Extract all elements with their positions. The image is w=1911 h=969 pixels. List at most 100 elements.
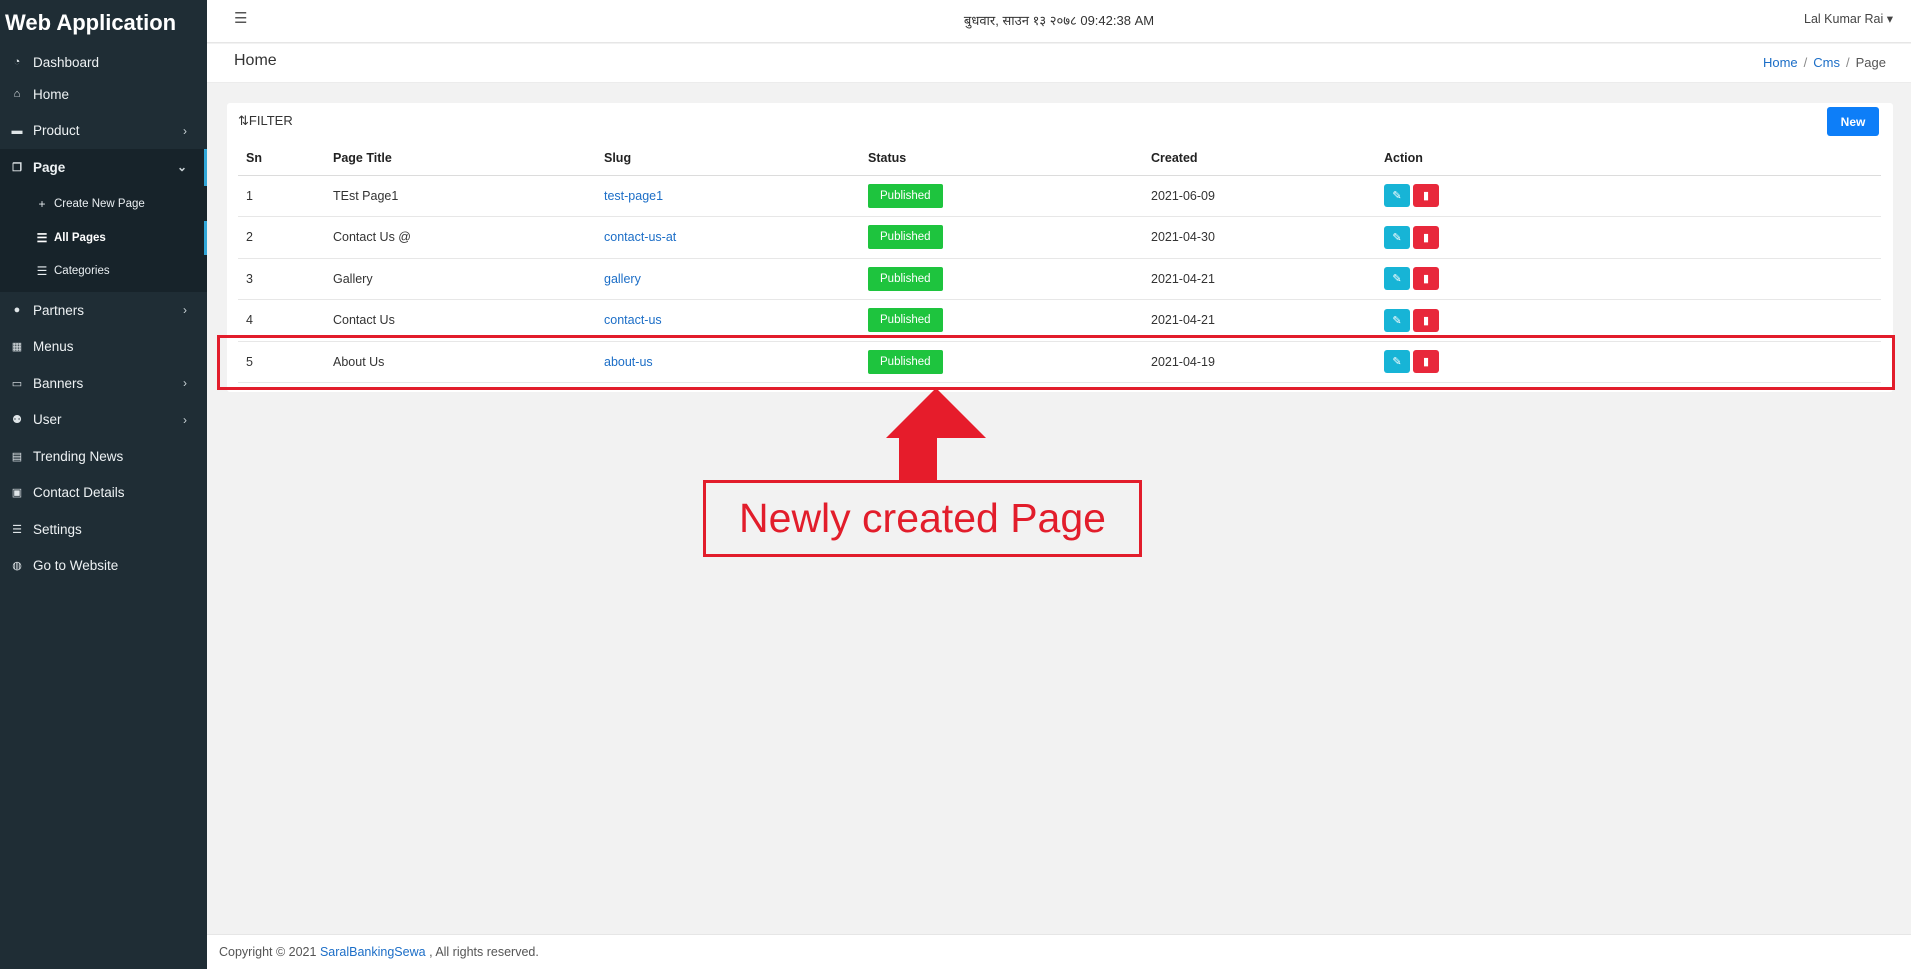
column-header-created: Created <box>1143 141 1376 176</box>
cell-created: 2021-04-30 <box>1143 216 1376 259</box>
delete-button[interactable]: ▮ <box>1413 308 1439 332</box>
sidebar-item-label: Partners <box>33 302 85 318</box>
submenu-item-label: All Pages <box>54 231 106 244</box>
sidebar-item-label: Settings <box>33 521 82 537</box>
home-icon: ⌂ <box>13 88 21 101</box>
trash-icon: ▮ <box>1422 273 1430 286</box>
cell-actions: ✎ ▮ <box>1376 216 1881 259</box>
sidebar-item-label: Go to Website <box>33 558 119 574</box>
edit-button[interactable]: ✎ <box>1384 308 1410 332</box>
breadcrumb-home[interactable]: Home <box>1763 55 1798 70</box>
user-name: Lal Kumar Rai <box>1804 12 1884 26</box>
submenu-item-categories[interactable]: ☰ Categories <box>0 255 207 289</box>
cell-slug[interactable]: gallery <box>596 258 860 300</box>
sliders-icon: ☰ <box>12 523 22 536</box>
sidebar-item-label: Banners <box>33 375 84 391</box>
page-header: Home Home / Cms / Page <box>207 44 1911 83</box>
cell-actions: ✎ ▮ <box>1376 175 1881 217</box>
chevron-right-icon: › <box>183 376 187 391</box>
chevron-right-icon: › <box>183 123 187 138</box>
status-badge: Published <box>868 225 943 250</box>
column-header-status: Status <box>860 141 1143 176</box>
newspaper-icon: ▤ <box>11 450 23 463</box>
cell-status: Published <box>860 258 1143 300</box>
cell-created: 2021-06-09 <box>1143 175 1376 217</box>
annotation-label: Newly created Page <box>703 480 1142 557</box>
cell-title: Gallery <box>325 258 596 300</box>
contact-icon: ▣ <box>11 487 23 500</box>
sidebar-item-label: Home <box>33 86 70 102</box>
sidebar-item-dashboard[interactable]: ◔ Dashboard <box>0 48 207 76</box>
sidebar-item-contact-details[interactable]: ▣ Contact Details <box>0 475 207 512</box>
sidebar-item-label: Product <box>33 123 80 139</box>
breadcrumb-separator: / <box>1803 55 1808 70</box>
chevron-right-icon: › <box>183 303 187 318</box>
sidebar-item-partners[interactable]: ● Partners › <box>0 292 207 329</box>
page-title: Home <box>234 52 277 69</box>
status-badge: Published <box>868 308 943 333</box>
submenu-item-label: Create New Page <box>54 198 145 211</box>
highlight-box <box>217 335 1895 390</box>
table-header-row: Sn Page Title Slug Status Created Action <box>238 141 1881 176</box>
product-icon: ▬ <box>11 124 23 137</box>
sidebar-item-user[interactable]: ⚉ User › <box>0 402 207 439</box>
edit-icon: ✎ <box>1392 231 1402 244</box>
cell-slug[interactable]: test-page1 <box>596 175 860 217</box>
sidebar-item-label: User <box>33 412 62 428</box>
chevron-right-icon: › <box>183 412 187 427</box>
user-menu[interactable]: Lal Kumar Rai ▾ <box>1804 11 1893 26</box>
footer-rights: , All rights reserved. <box>429 945 539 959</box>
new-page-button[interactable]: New <box>1827 107 1879 136</box>
sidebar-item-label: Contact Details <box>33 485 125 501</box>
footer-company-link[interactable]: SaralBankingSewa <box>320 945 426 959</box>
cell-status: Published <box>860 216 1143 259</box>
sidebar-item-home[interactable]: ⌂ Home <box>0 76 207 113</box>
sidebar-item-product[interactable]: ▬ Product › <box>0 113 207 150</box>
cell-actions: ✎ ▮ <box>1376 258 1881 300</box>
edit-button[interactable]: ✎ <box>1384 184 1410 208</box>
cell-sn: 2 <box>238 216 325 259</box>
sidebar: Web Application ◔ Dashboard ⌂ Home ▬ Pro… <box>0 0 207 969</box>
grid-icon: ▦ <box>11 341 23 354</box>
cell-status: Published <box>860 175 1143 217</box>
filter-sort-icon: ⇅ <box>238 113 249 128</box>
sidebar-item-settings[interactable]: ☰ Settings <box>0 511 207 548</box>
cell-created: 2021-04-21 <box>1143 258 1376 300</box>
breadcrumb: Home / Cms / Page <box>1763 55 1886 70</box>
list-icon: ☰ <box>36 264 48 279</box>
column-header-page-title: Page Title <box>325 141 596 176</box>
top-navbar: ☰ बुधवार, साउन १३ २०७८ 09:42:38 AM Lal K… <box>207 0 1911 43</box>
banners-icon: ▭ <box>11 377 23 390</box>
sidebar-item-label: Trending News <box>33 448 124 464</box>
submenu-item-create-new-page[interactable]: + Create New Page <box>0 188 207 222</box>
sidebar-item-trending-news[interactable]: ▤ Trending News <box>0 438 207 475</box>
filter-toggle[interactable]: ⇅FILTER <box>238 113 293 129</box>
plus-icon: + <box>38 197 46 212</box>
list-icon: ☰ <box>36 230 48 245</box>
submenu-item-all-pages[interactable]: ☰ All Pages <box>0 221 207 255</box>
globe-icon: ◍ <box>12 560 22 573</box>
filter-label: FILTER <box>248 113 293 128</box>
submenu-item-label: Categories <box>54 265 110 278</box>
delete-button[interactable]: ▮ <box>1413 225 1439 249</box>
sidebar-item-label: Page <box>33 159 66 175</box>
sidebar-item-label: Dashboard <box>33 54 100 70</box>
page-icon: ❐ <box>12 161 22 174</box>
edit-button[interactable]: ✎ <box>1384 225 1410 249</box>
edit-icon: ✎ <box>1392 273 1402 286</box>
cell-slug[interactable]: contact-us-at <box>596 216 860 259</box>
edit-button[interactable]: ✎ <box>1384 267 1410 291</box>
sidebar-item-menus[interactable]: ▦ Menus <box>0 329 207 366</box>
page-submenu: + Create New Page ☰ All Pages ☰ Categori… <box>0 185 207 292</box>
sidebar-item-go-to-website[interactable]: ◍ Go to Website <box>0 548 207 585</box>
delete-button[interactable]: ▮ <box>1413 184 1439 208</box>
sidebar-item-page[interactable]: ❐ Page ⌄ <box>0 149 207 186</box>
status-badge: Published <box>868 183 943 208</box>
trash-icon: ▮ <box>1422 231 1430 244</box>
sidebar-item-banners[interactable]: ▭ Banners › <box>0 365 207 402</box>
breadcrumb-cms[interactable]: Cms <box>1813 55 1840 70</box>
cell-sn: 3 <box>238 258 325 300</box>
edit-icon: ✎ <box>1392 190 1402 203</box>
delete-button[interactable]: ▮ <box>1413 267 1439 291</box>
brand-title: Web Application <box>5 10 177 35</box>
